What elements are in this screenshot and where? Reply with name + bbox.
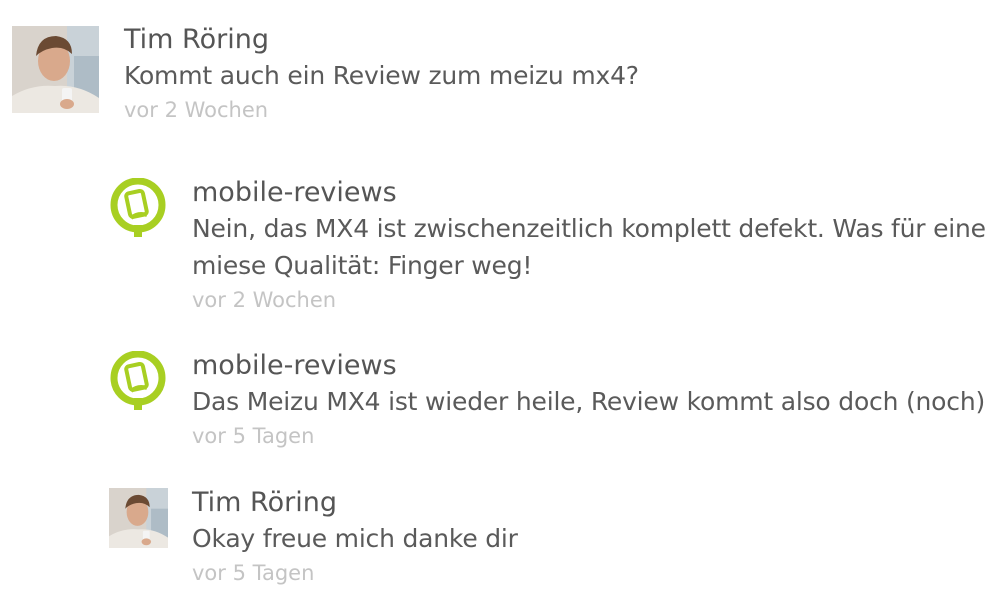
comment-timestamp: vor 5 Tagen (192, 561, 315, 585)
comment-timestamp: vor 5 Tagen (192, 424, 315, 448)
comment-author[interactable]: mobile-reviews (192, 349, 1001, 383)
comment-body: mobile-reviews Das Meizu MX4 ist wieder … (192, 349, 1001, 450)
user-photo-icon (109, 488, 168, 548)
user-photo-icon (12, 26, 99, 113)
mobile-reviews-avatar[interactable] (109, 178, 168, 238)
comment-text: Das Meizu MX4 ist wieder heile, Review k… (192, 387, 986, 416)
comment-body: Tim Röring Kommt auch ein Review zum mei… (124, 23, 1001, 124)
mobile-reviews-avatar[interactable] (109, 351, 168, 411)
comment-text: Okay freue mich danke dir (192, 524, 518, 553)
user-avatar[interactable] (109, 488, 168, 548)
mobile-reviews-logo-icon (110, 351, 166, 410)
comment-author[interactable]: Tim Röring (192, 486, 1001, 520)
comment-author[interactable]: mobile-reviews (192, 176, 1001, 210)
comment-text: Nein, das MX4 ist zwischenzeitlich kompl… (192, 214, 986, 280)
comment-author[interactable]: Tim Röring (124, 23, 1001, 57)
comment-body: Tim Röring Okay freue mich danke dir vor… (192, 486, 1001, 587)
comment-timestamp: vor 2 Wochen (124, 98, 269, 122)
comment-text: Kommt auch ein Review zum meizu mx4? (124, 61, 639, 90)
comment-timestamp: vor 2 Wochen (192, 288, 337, 312)
mobile-reviews-logo-icon (110, 178, 166, 237)
user-avatar[interactable] (12, 26, 99, 113)
comment-body: mobile-reviews Nein, das MX4 ist zwische… (192, 176, 1001, 314)
